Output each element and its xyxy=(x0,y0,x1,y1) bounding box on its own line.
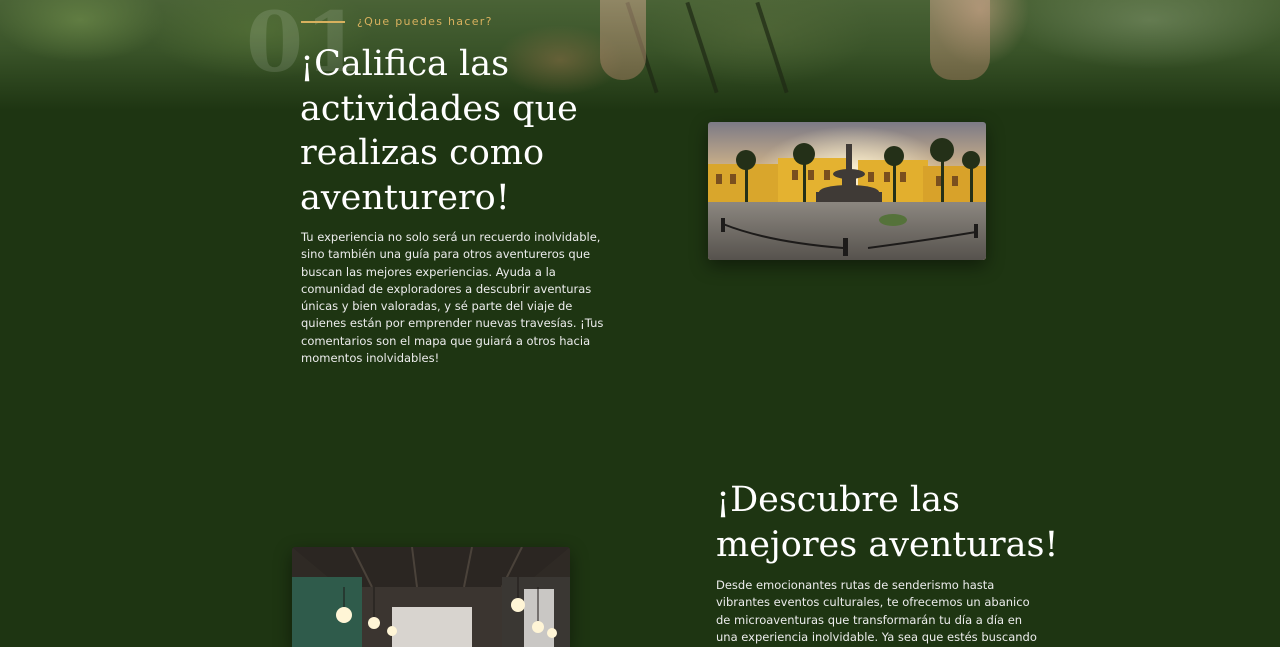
section-heading: ¡Descubre las mejores aventuras! xyxy=(716,480,1059,565)
hero-background-photo xyxy=(0,0,1280,110)
plaza-photo xyxy=(708,122,986,260)
section-heading: ¡Califica las actividades que realizas c… xyxy=(300,44,578,218)
cafe-photo xyxy=(292,547,570,647)
section-eyebrow: ¿Que puedes hacer? xyxy=(357,15,493,28)
eyebrow-line xyxy=(301,21,345,23)
section-paragraph: Tu experiencia no solo será un recuerdo … xyxy=(301,230,604,366)
